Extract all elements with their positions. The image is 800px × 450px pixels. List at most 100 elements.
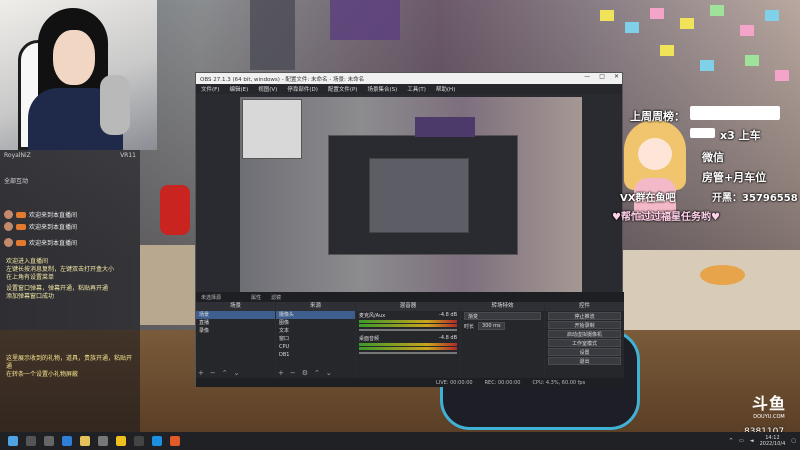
duration-input[interactable]: 300 ms <box>478 322 505 330</box>
obs-titlebar[interactable]: OBS 27.1.3 (64 bit, windows) - 配置文件: 未命名… <box>196 73 622 84</box>
source-item[interactable]: 摄像头 <box>276 311 355 319</box>
add-icon[interactable]: + <box>198 369 204 377</box>
close-icon[interactable]: ✕ <box>614 73 619 80</box>
obs-source-toolbar: 未选择源 属性 滤镜 <box>196 292 624 302</box>
source-item[interactable]: 窗口 <box>276 335 355 343</box>
move-down-icon[interactable]: ⌄ <box>326 369 332 377</box>
clock[interactable]: 14:12 2022/10/4 <box>760 435 786 447</box>
chat-message: 欢迎来到本直播间 <box>4 210 136 219</box>
sticky-note <box>765 10 779 21</box>
vx-group-label: VX群在鱼吧 <box>620 193 676 204</box>
app-icon[interactable] <box>152 436 162 446</box>
gear-icon[interactable]: ⚙ <box>302 369 308 377</box>
douyu-url: DOUYU.COM <box>753 414 785 420</box>
avatar <box>4 222 13 231</box>
preview-nested-inner <box>369 158 469 233</box>
add-icon[interactable]: + <box>278 369 284 377</box>
volume-slider[interactable] <box>359 352 457 354</box>
chat-message-text: 欢迎来到本直播间 <box>29 212 78 219</box>
remove-icon[interactable]: − <box>290 369 296 377</box>
level-badge <box>16 211 26 218</box>
menu-help[interactable]: 帮助(H) <box>436 85 455 93</box>
menu-edit[interactable]: 编辑(E) <box>229 85 248 93</box>
menu-scene-collection[interactable]: 场景集合(S) <box>367 85 397 93</box>
chrome-icon[interactable] <box>116 436 126 446</box>
pizza <box>700 265 745 285</box>
system-tray: ^ ▭ ◄ 14:12 2022/10/4 ▢ <box>729 432 796 450</box>
sticky-note <box>680 18 694 29</box>
sticky-note <box>775 70 789 81</box>
stop-streaming-button[interactable]: 停止推流 <box>548 312 621 320</box>
volume-slider[interactable] <box>359 329 457 331</box>
app-icon[interactable] <box>170 436 180 446</box>
menu-file[interactable]: 文件(F) <box>201 85 219 93</box>
move-up-icon[interactable]: ⌃ <box>222 369 228 377</box>
sticky-note <box>745 55 759 66</box>
menu-docks[interactable]: 停靠部件(D) <box>287 85 318 93</box>
chat-user: RoyalNiZ <box>4 152 31 159</box>
preview-nested-obs <box>328 135 518 255</box>
move-up-icon[interactable]: ⌃ <box>314 369 320 377</box>
soda-can <box>160 185 190 235</box>
start-recording-button[interactable]: 开始录制 <box>548 321 621 329</box>
maximize-icon[interactable]: □ <box>599 73 605 80</box>
network-icon[interactable]: ▭ <box>739 438 744 444</box>
remove-icon[interactable]: − <box>210 369 216 377</box>
mixer-track-db: -4.8 dB <box>439 335 457 341</box>
move-down-icon[interactable]: ⌄ <box>234 369 240 377</box>
menu-profile[interactable]: 配置文件(P) <box>328 85 358 93</box>
exit-button[interactable]: 退出 <box>548 357 621 365</box>
source-item[interactable]: 图像 <box>276 319 355 327</box>
streamer-face <box>53 30 95 85</box>
level-badge <box>16 223 26 230</box>
sticky-note <box>660 45 674 56</box>
preview-webcam <box>242 99 302 159</box>
filters-button[interactable]: 滤镜 <box>271 294 281 301</box>
properties-button[interactable]: 属性 <box>251 294 261 301</box>
settings-button[interactable]: 设置 <box>548 348 621 356</box>
notification-icon[interactable]: ▢ <box>791 438 796 444</box>
transition-select[interactable]: 渐变 <box>464 312 541 320</box>
scene-item[interactable]: 直播 <box>196 319 275 327</box>
douyu-logo-text: 斗鱼 <box>751 394 786 413</box>
sticky-note <box>625 22 639 33</box>
virtual-camera-button[interactable]: 启动虚拟摄像机 <box>548 330 621 338</box>
obs-icon[interactable] <box>134 436 144 446</box>
mixer-dock: 混音器 麦克风/Aux -4.8 dB 桌面音频 -4.8 dB <box>356 302 460 378</box>
volume-meter <box>359 324 457 327</box>
boarding-rule: x3 上车 <box>720 129 761 142</box>
chat-header: 全部互动 <box>4 178 29 185</box>
obs-statusbar: LIVE: 00:00:00 REC: 00:00:00 CPU: 4.3%, … <box>196 378 624 387</box>
transition-duration-row: 时长 300 ms <box>461 321 544 331</box>
scene-item[interactable]: 场景 <box>196 311 275 319</box>
sticky-note <box>740 25 754 36</box>
folder-icon[interactable] <box>80 436 90 446</box>
scene-item[interactable]: 录像 <box>196 327 275 335</box>
edge-icon[interactable] <box>62 436 72 446</box>
wechat-rule: 微信 <box>702 151 724 164</box>
search-icon[interactable] <box>26 436 36 446</box>
obs-preview[interactable] <box>240 97 582 292</box>
wall-panel <box>250 0 295 70</box>
source-item[interactable]: CPU <box>276 343 355 351</box>
avatar <box>4 238 13 247</box>
menu-tools[interactable]: 工具(T) <box>407 85 426 93</box>
windows-start-icon[interactable] <box>8 436 18 446</box>
microphone-icon <box>100 75 130 135</box>
source-item[interactable]: 文本 <box>276 327 355 335</box>
studio-mode-button[interactable]: 工作室模式 <box>548 339 621 347</box>
douyu-logo: 斗鱼 DOUYU.COM <box>740 390 798 422</box>
volume-icon[interactable]: ◄ <box>750 438 754 444</box>
party-id: 开黑：35796558 <box>712 193 798 204</box>
obs-window[interactable]: OBS 27.1.3 (64 bit, windows) - 配置文件: 未命名… <box>195 72 624 387</box>
weekly-rank-blank <box>690 106 780 120</box>
stream-info-overlay: 上周周榜： x3 上车 微信 房管+月车位 VX群在鱼吧 开黑：35796558… <box>612 100 800 230</box>
minimize-icon[interactable]: — <box>584 73 590 80</box>
chat-message-text: 欢迎来到本直播间 <box>29 240 78 247</box>
source-item[interactable]: DB1 <box>276 351 355 359</box>
tray-arrow-icon[interactable]: ^ <box>729 438 733 444</box>
app-icon[interactable] <box>98 436 108 446</box>
task-view-icon[interactable] <box>44 436 54 446</box>
wall-banner <box>330 0 400 40</box>
menu-view[interactable]: 视图(V) <box>258 85 277 93</box>
